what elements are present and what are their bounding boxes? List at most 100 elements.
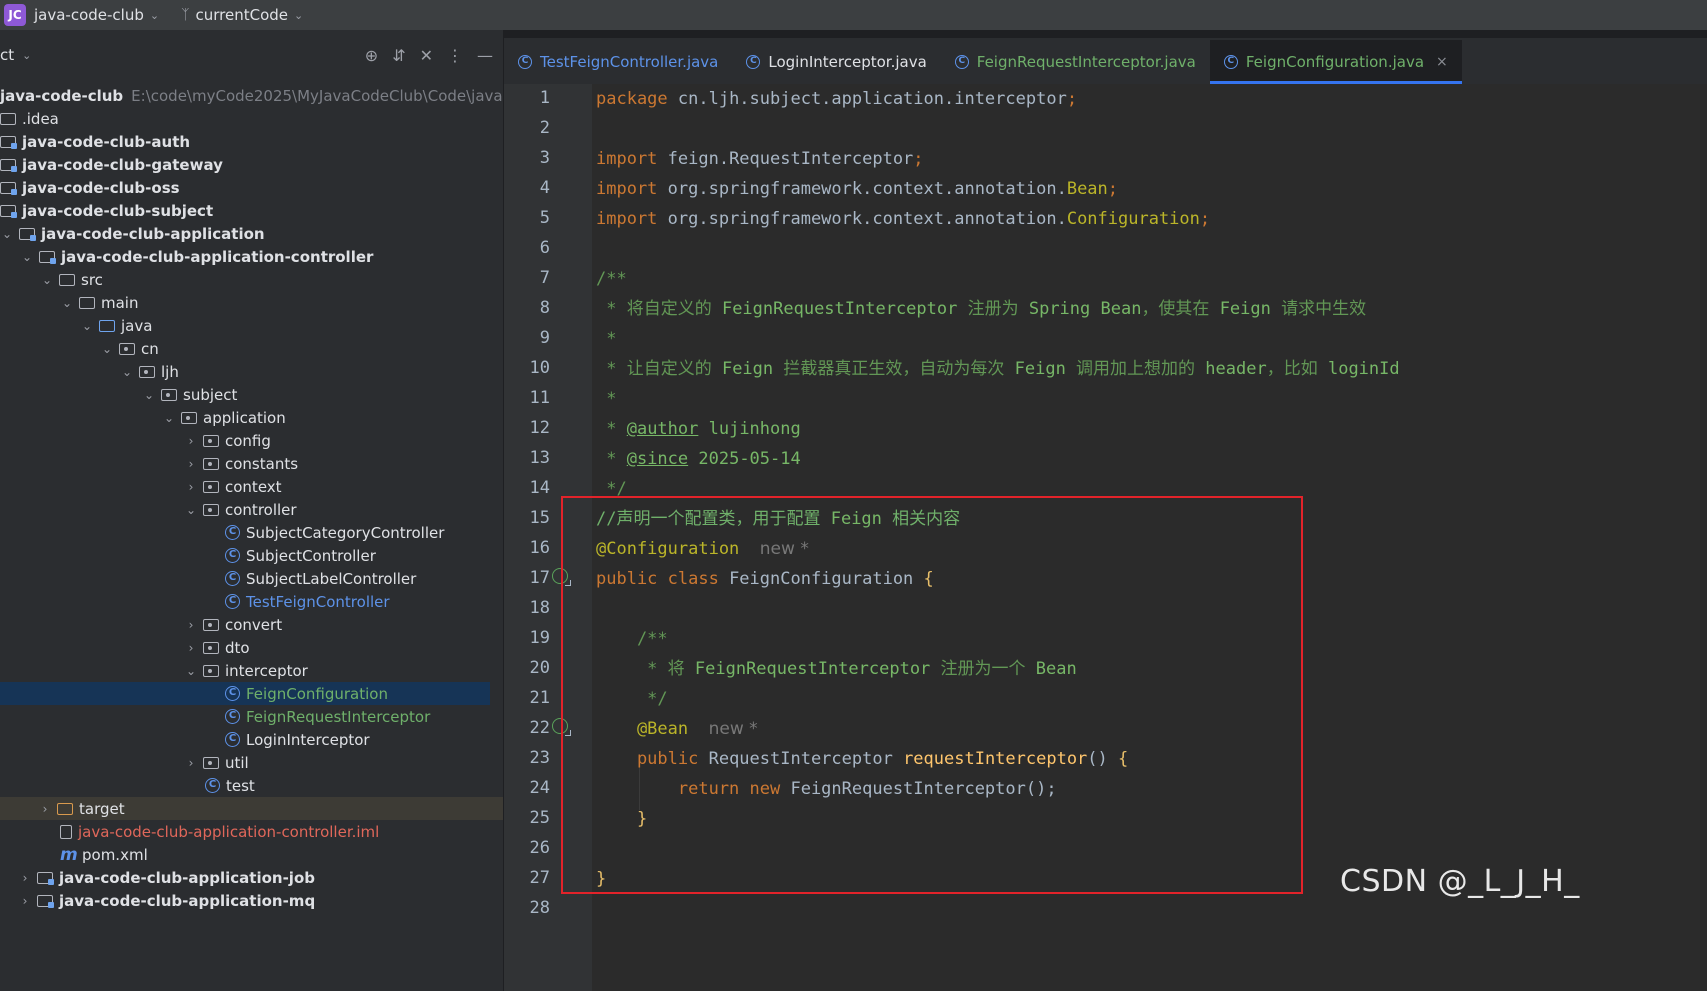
tree-item[interactable]: C SubjectLabelController — [0, 567, 503, 590]
tree-item[interactable]: ⌄ cn — [0, 337, 503, 360]
package-icon — [139, 365, 155, 378]
tree-item[interactable]: C LoginInterceptor — [0, 728, 503, 751]
line-number: 17 — [529, 568, 550, 588]
tree-item[interactable]: › java-code-club-application-mq — [0, 889, 503, 912]
tab-test-feign-controller[interactable]: C TestFeignController.java — [504, 40, 732, 84]
tree-item-root[interactable]: java-code-club E:\code\myCode2025\MyJava… — [0, 84, 503, 107]
chevron-down-icon[interactable]: ⌄ — [100, 342, 114, 356]
project-badge[interactable]: JC — [4, 4, 26, 26]
code-line: import org.springframework.context.annot… — [596, 179, 1119, 199]
line-number: 9 — [539, 328, 550, 348]
tree-item-label: FeignRequestInterceptor — [246, 707, 431, 726]
tree-item[interactable]: java-code-club-oss — [0, 176, 503, 199]
spring-bean-gutter-icon[interactable] — [552, 568, 571, 586]
tree-item-label: config — [225, 431, 271, 450]
chevron-right-icon[interactable]: › — [38, 802, 52, 816]
tree-item[interactable]: › context — [0, 475, 503, 498]
tab-login-interceptor[interactable]: C LoginInterceptor.java — [732, 40, 940, 84]
tab-feign-configuration[interactable]: C FeignConfiguration.java × — [1209, 40, 1462, 84]
watermark: CSDN @_L_J_H_ — [1340, 864, 1580, 899]
more-icon[interactable]: ⋮ — [447, 46, 463, 65]
tree-item[interactable]: ⌄ interceptor — [0, 659, 503, 682]
tree-item-label: dto — [225, 638, 250, 657]
tree-item-label: .idea — [22, 109, 59, 128]
tree-item[interactable]: › constants — [0, 452, 503, 475]
tab-feign-request-interceptor[interactable]: C FeignRequestInterceptor.java — [941, 40, 1210, 84]
hide-icon[interactable]: — — [477, 46, 493, 65]
tree-item[interactable]: ⌄ java-code-club-application-controller — [0, 245, 503, 268]
code-line: @Bean new * — [596, 719, 758, 739]
spring-bean-gutter-icon[interactable] — [552, 718, 571, 736]
chevron-right-icon[interactable]: › — [18, 871, 32, 885]
tree-item[interactable]: java-code-club-application-controller.im… — [0, 820, 503, 843]
tree-item-label: SubjectCategoryController — [246, 523, 445, 542]
package-icon — [203, 503, 219, 516]
package-icon — [203, 756, 219, 769]
code-editor[interactable]: 1 2 3 4 5 6 7 8 9 10 11 12 13 14 15 16 1… — [504, 84, 1707, 991]
tree-item-label: application — [203, 408, 286, 427]
tree-item[interactable]: ⌄ java-code-club-application — [0, 222, 503, 245]
project-selector[interactable]: java-code-club ⌄ — [34, 6, 159, 24]
chevron-right-icon[interactable]: › — [184, 457, 198, 471]
chevron-down-icon[interactable]: ⌄ — [142, 388, 156, 402]
chevron-right-icon[interactable]: › — [18, 894, 32, 908]
tree-item[interactable]: ⌄ ljh — [0, 360, 503, 383]
chevron-down-icon[interactable]: ⌄ — [162, 411, 176, 425]
code-line: @Configuration new * — [596, 539, 809, 559]
tree-item[interactable]: C SubjectCategoryController — [0, 521, 503, 544]
tree-item[interactable]: › convert — [0, 613, 503, 636]
chevron-down-icon[interactable]: ⌄ — [184, 664, 198, 678]
tree-item[interactable]: m pom.xml — [0, 843, 503, 866]
tree-item[interactable]: java-code-club-gateway — [0, 153, 503, 176]
tree-item[interactable]: ⌄ java — [0, 314, 503, 337]
tree-item[interactable]: ⌄ controller — [0, 498, 503, 521]
tab-label: FeignRequestInterceptor.java — [976, 53, 1196, 71]
line-number: 14 — [529, 478, 550, 498]
tree-item[interactable]: java-code-club-subject — [0, 199, 503, 222]
chevron-right-icon[interactable]: › — [184, 756, 198, 770]
tree-item[interactable]: ⌄ subject — [0, 383, 503, 406]
chevron-down-icon[interactable]: ⌄ — [80, 319, 94, 333]
tree-item[interactable]: .idea — [0, 107, 503, 130]
tree-item[interactable]: C test — [0, 774, 503, 797]
tree-item-label: src — [81, 270, 103, 289]
chevron-down-icon[interactable]: ⌄ — [20, 250, 34, 264]
chevron-right-icon[interactable]: › — [184, 618, 198, 632]
tree-item[interactable]: › util — [0, 751, 503, 774]
tree-item[interactable]: › dto — [0, 636, 503, 659]
package-icon — [203, 434, 219, 447]
project-view-selector[interactable]: ct ⌄ — [0, 46, 31, 64]
tree-item[interactable]: C TestFeignController — [0, 590, 503, 613]
usage-hint[interactable]: new * — [760, 539, 809, 559]
tree-item[interactable]: ⌄ main — [0, 291, 503, 314]
tree-item[interactable]: › target — [0, 797, 503, 820]
chevron-down-icon[interactable]: ⌄ — [60, 296, 74, 310]
chevron-down-icon[interactable]: ⌄ — [184, 503, 198, 517]
tree-item[interactable]: › java-code-club-application-job — [0, 866, 503, 889]
branch-selector[interactable]: ᛉ currentCode ⌄ — [181, 6, 303, 24]
tree-item[interactable]: java-code-club-auth — [0, 130, 503, 153]
package-icon — [203, 664, 219, 677]
tree-item[interactable]: ⌄ application — [0, 406, 503, 429]
tree-item-selected[interactable]: C FeignConfiguration — [0, 682, 490, 705]
tree-item[interactable]: ⌄ src — [0, 268, 503, 291]
excluded-folder-icon — [57, 802, 73, 815]
tree-item[interactable]: C FeignRequestInterceptor — [0, 705, 503, 728]
line-number: 25 — [529, 808, 550, 828]
chevron-down-icon[interactable]: ⌄ — [120, 365, 134, 379]
usage-hint[interactable]: new * — [709, 719, 758, 739]
chevron-down-icon[interactable]: ⌄ — [0, 227, 14, 241]
tree-item-label: interceptor — [225, 661, 308, 680]
tree-item-label: convert — [225, 615, 283, 634]
chevron-right-icon[interactable]: › — [184, 434, 198, 448]
chevron-right-icon[interactable]: › — [184, 641, 198, 655]
tree-item-label: main — [101, 293, 139, 312]
chevron-right-icon[interactable]: › — [184, 480, 198, 494]
close-icon[interactable]: × — [1436, 54, 1448, 70]
tree-item[interactable]: C SubjectController — [0, 544, 503, 567]
crosshair-icon[interactable]: ⊕ — [365, 46, 378, 65]
expand-collapse-icon[interactable]: ⇵ — [392, 46, 405, 65]
tree-item[interactable]: › config — [0, 429, 503, 452]
collapse-all-icon[interactable]: ✕ — [420, 46, 433, 65]
chevron-down-icon[interactable]: ⌄ — [40, 273, 54, 287]
